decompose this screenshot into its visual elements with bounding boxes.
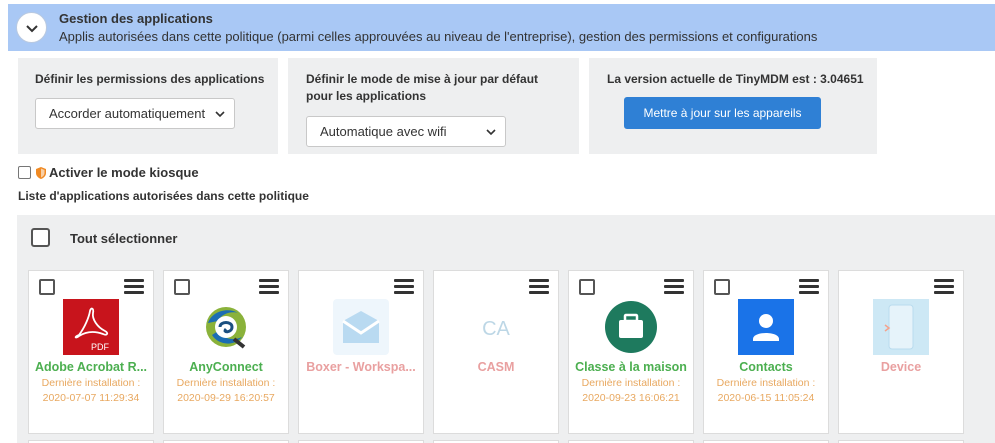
install-date: 2020-09-29 16:20:57 [177, 392, 275, 404]
boxer-envelope-icon [333, 299, 389, 355]
app-menu-icon[interactable] [934, 279, 954, 295]
app-checkbox[interactable] [579, 279, 595, 295]
app-name: Contacts [739, 360, 793, 374]
app-checkbox[interactable] [174, 279, 190, 295]
briefcase-icon [605, 301, 657, 353]
install-date: 2020-09-23 16:06:21 [582, 392, 680, 404]
app-menu-icon[interactable] [394, 279, 414, 295]
kiosk-mode-label: Activer le mode kiosque [49, 165, 199, 180]
app-name: Boxer - Workspa... [306, 360, 416, 374]
app-card[interactable]: PDF Adobe Acrobat R... Dernière installa… [28, 270, 154, 434]
app-name: Device [880, 360, 922, 374]
app-card[interactable]: Boxer - Workspa... [298, 270, 424, 434]
svg-text:CA: CA [482, 318, 510, 340]
install-label: Dernière installation : [716, 377, 816, 389]
collapse-toggle-button[interactable] [16, 12, 47, 43]
permissions-selected-value: Accorder automatiquement [49, 106, 206, 121]
anyconnect-icon [206, 307, 246, 349]
update-mode-selected-value: Automatique avec wifi [320, 124, 447, 139]
authorized-apps-label: Liste d'applications autorisées dans cet… [18, 189, 309, 203]
app-checkbox[interactable] [714, 279, 730, 295]
app-menu-icon[interactable] [124, 279, 144, 295]
permissions-panel: Définir les permissions des applications… [18, 58, 278, 154]
select-all-checkbox[interactable] [31, 228, 50, 247]
app-card[interactable]: Contacts Dernière installation : 2020-06… [703, 270, 829, 434]
app-menu-icon[interactable] [259, 279, 279, 295]
app-menu-icon[interactable] [799, 279, 819, 295]
app-management-header: Gestion des applications Applis autorisé… [8, 4, 995, 51]
kiosk-mode-checkbox[interactable] [18, 166, 31, 179]
permissions-select[interactable]: Accorder automatiquement [35, 98, 235, 129]
app-name: AnyConnect [189, 360, 263, 374]
select-all-bar: Tout sélectionner [17, 215, 995, 262]
app-card[interactable]: Device [838, 270, 964, 434]
update-mode-panel: Définir le mode de mise à jour par défau… [288, 58, 579, 154]
version-panel: La version actuelle de TinyMDM est : 3.0… [589, 58, 877, 154]
device-icon [873, 299, 929, 355]
app-card[interactable]: Classe à la maison Dernière installation… [568, 270, 694, 434]
app-menu-icon[interactable] [529, 279, 549, 295]
app-name: Adobe Acrobat R... [34, 360, 148, 374]
permissions-label: Définir les permissions des applications [35, 72, 265, 86]
update-mode-select[interactable]: Automatique avec wifi [306, 116, 506, 147]
chevron-down-icon [486, 129, 496, 136]
app-menu-icon[interactable] [664, 279, 684, 295]
version-label: La version actuelle de TinyMDM est : 3.0… [607, 72, 864, 86]
section-subtitle: Applis autorisées dans cette politique (… [59, 29, 818, 44]
section-title: Gestion des applications [59, 11, 213, 26]
chevron-down-icon [25, 24, 38, 32]
adobe-acrobat-icon: PDF [63, 299, 119, 355]
svg-text:PDF: PDF [91, 342, 110, 352]
app-checkbox[interactable] [39, 279, 55, 295]
app-name: CASM [477, 360, 515, 374]
install-date: 2020-06-15 11:05:24 [717, 392, 815, 404]
install-label: Dernière installation : [176, 377, 276, 389]
app-card[interactable]: CA CASM [433, 270, 559, 434]
shield-icon [36, 166, 46, 179]
contacts-icon [738, 299, 794, 355]
update-devices-button[interactable]: Mettre à jour sur les appareils [624, 97, 821, 129]
kiosk-mode-row: Activer le mode kiosque [18, 165, 199, 180]
update-mode-label-line2: pour les applications [306, 89, 427, 103]
chevron-down-icon [215, 111, 225, 118]
app-card[interactable]: AnyConnect Dernière installation : 2020-… [163, 270, 289, 434]
install-label: Dernière installation : [41, 377, 141, 389]
select-all-label: Tout sélectionner [70, 231, 178, 246]
app-name: Classe à la maison [575, 360, 687, 374]
casm-logo-icon: CA [482, 318, 510, 340]
install-label: Dernière installation : [581, 377, 681, 389]
update-mode-label-line1: Définir le mode de mise à jour par défau… [306, 72, 539, 86]
install-date: 2020-07-07 11:29:34 [42, 392, 140, 404]
